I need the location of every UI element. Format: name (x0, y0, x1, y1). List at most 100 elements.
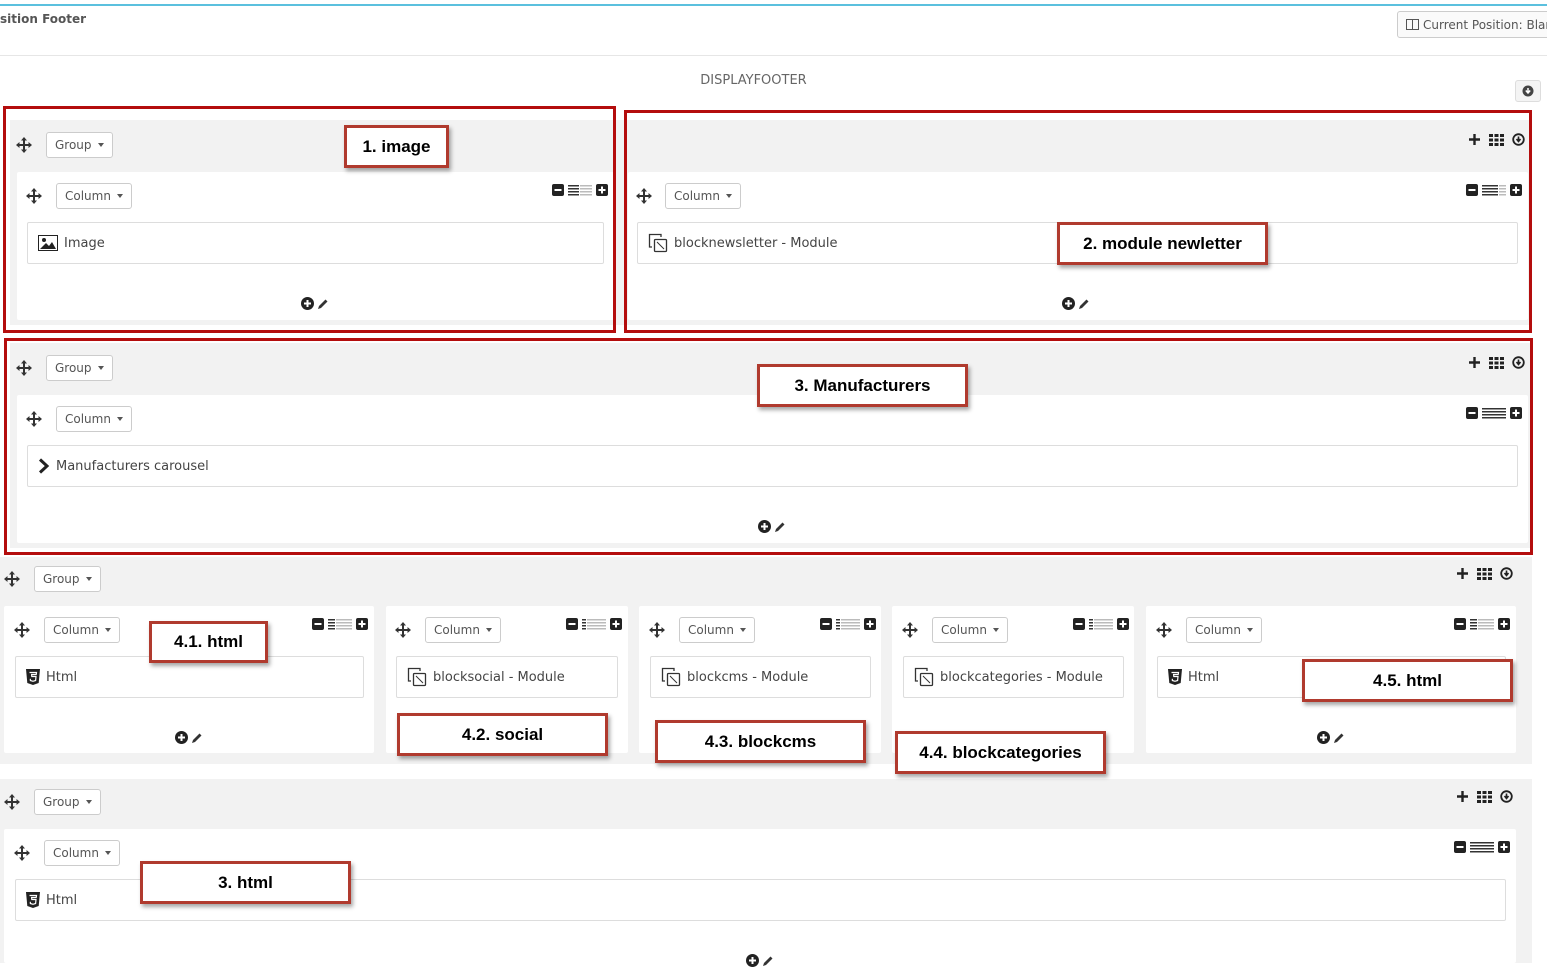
plus-icon[interactable] (1456, 567, 1469, 580)
caret-down-icon (104, 628, 111, 632)
plus-square-icon[interactable] (864, 618, 876, 630)
pencil-icon[interactable] (191, 732, 203, 744)
current-position-button[interactable]: Current Position: Blank (1397, 11, 1547, 38)
arrow-circle-down-icon[interactable] (1500, 790, 1513, 803)
width-bars-icon (1089, 618, 1113, 630)
column-toolbar (566, 618, 622, 630)
plus-circle-icon[interactable] (746, 954, 759, 967)
header-divider (0, 55, 1547, 56)
collapse-hook-button[interactable] (1515, 80, 1541, 102)
minus-square-icon[interactable] (820, 618, 832, 630)
plus-circle-icon[interactable] (1317, 731, 1330, 744)
minus-square-icon[interactable] (1073, 618, 1085, 630)
caret-down-icon (1246, 628, 1253, 632)
move-icon[interactable] (14, 622, 30, 638)
module-item-blockcms[interactable]: blockcms - Module (650, 656, 871, 698)
minus-square-icon[interactable] (566, 618, 578, 630)
minus-square-icon[interactable] (1454, 618, 1466, 630)
highlight-box-image (3, 106, 616, 333)
width-bars-icon (1470, 841, 1494, 853)
width-bars-icon (328, 618, 352, 630)
group-dropdown-label: Group (43, 572, 80, 586)
group-dropdown[interactable]: Group (34, 566, 101, 592)
caret-down-icon (85, 800, 92, 804)
column-dropdown[interactable]: Column (1186, 617, 1262, 643)
pencil-icon[interactable] (1333, 732, 1345, 744)
arrow-circle-down-icon[interactable] (1500, 567, 1513, 580)
annotation-label: 4.2. social (397, 713, 608, 756)
plus-icon[interactable] (1456, 790, 1469, 803)
width-bars-icon (582, 618, 606, 630)
annotation-label: 4.4. blockcategories (895, 731, 1106, 774)
column-dropdown[interactable]: Column (932, 617, 1008, 643)
column-toolbar (1454, 618, 1510, 630)
html5-icon (1168, 669, 1182, 685)
plus-square-icon[interactable] (1498, 841, 1510, 853)
pencil-icon[interactable] (762, 955, 774, 967)
module-copy-icon (661, 667, 681, 687)
column-dropdown-label: Column (941, 623, 987, 637)
module-copy-icon (914, 667, 934, 687)
column-dropdown[interactable]: Column (679, 617, 755, 643)
column-toolbar (820, 618, 876, 630)
caret-down-icon (85, 577, 92, 581)
hook-name: DISPLAYFOOTER (700, 73, 807, 88)
plus-square-icon[interactable] (356, 618, 368, 630)
module-item-blockcategories[interactable]: blockcategories - Module (903, 656, 1124, 698)
columns-icon (1406, 19, 1419, 30)
column-dropdown[interactable]: Column (44, 840, 120, 866)
minus-square-icon[interactable] (312, 618, 324, 630)
column-toolbar (312, 618, 368, 630)
move-icon[interactable] (4, 794, 20, 810)
column-dropdown-label: Column (688, 623, 734, 637)
module-copy-icon (407, 667, 427, 687)
annotation-label: 2. module newletter (1057, 222, 1268, 265)
width-bars-icon (1470, 618, 1494, 630)
arrow-circle-down-icon (1522, 85, 1534, 97)
grid-icon[interactable] (1477, 790, 1492, 803)
move-icon[interactable] (1156, 622, 1172, 638)
column-bottom-tools (1317, 731, 1345, 744)
annotation-label: 3. Manufacturers (757, 364, 968, 407)
column-dropdown-label: Column (53, 846, 99, 860)
current-position-label: Current Position: Blank (1423, 17, 1547, 32)
annotation-label: 1. image (344, 125, 449, 168)
plus-square-icon[interactable] (610, 618, 622, 630)
move-icon[interactable] (14, 845, 30, 861)
page-title: sition Footer (0, 12, 87, 26)
caret-down-icon (992, 628, 999, 632)
width-bars-icon (836, 618, 860, 630)
column-bottom-tools (746, 954, 774, 967)
move-icon[interactable] (902, 622, 918, 638)
move-icon[interactable] (395, 622, 411, 638)
column-toolbar (1454, 841, 1510, 853)
group-toolbar (1456, 790, 1513, 803)
caret-down-icon (485, 628, 492, 632)
minus-square-icon[interactable] (1454, 841, 1466, 853)
column-toolbar (1073, 618, 1129, 630)
module-item-social[interactable]: blocksocial - Module (396, 656, 618, 698)
plus-square-icon[interactable] (1498, 618, 1510, 630)
group-dropdown[interactable]: Group (34, 789, 101, 815)
grid-icon[interactable] (1477, 567, 1492, 580)
column-dropdown-label: Column (53, 623, 99, 637)
plus-square-icon[interactable] (1117, 618, 1129, 630)
group-dropdown-label: Group (43, 795, 80, 809)
module-item-label: Html (1188, 669, 1220, 685)
move-icon[interactable] (4, 571, 20, 587)
module-item-label: blockcategories - Module (940, 669, 1103, 685)
column-dropdown[interactable]: Column (425, 617, 501, 643)
module-item-label: Html (46, 892, 78, 908)
module-item-label: Html (46, 669, 78, 685)
caret-down-icon (104, 851, 111, 855)
module-item-label: blocksocial - Module (433, 669, 565, 685)
plus-circle-icon[interactable] (175, 731, 188, 744)
column-dropdown-label: Column (434, 623, 480, 637)
column-dropdown-label: Column (1195, 623, 1241, 637)
move-icon[interactable] (649, 622, 665, 638)
top-accent-line (0, 4, 1547, 6)
group-toolbar (1456, 567, 1513, 580)
module-item-label: blockcms - Module (687, 669, 809, 685)
column-dropdown[interactable]: Column (44, 617, 120, 643)
column-bottom-tools (175, 731, 203, 744)
